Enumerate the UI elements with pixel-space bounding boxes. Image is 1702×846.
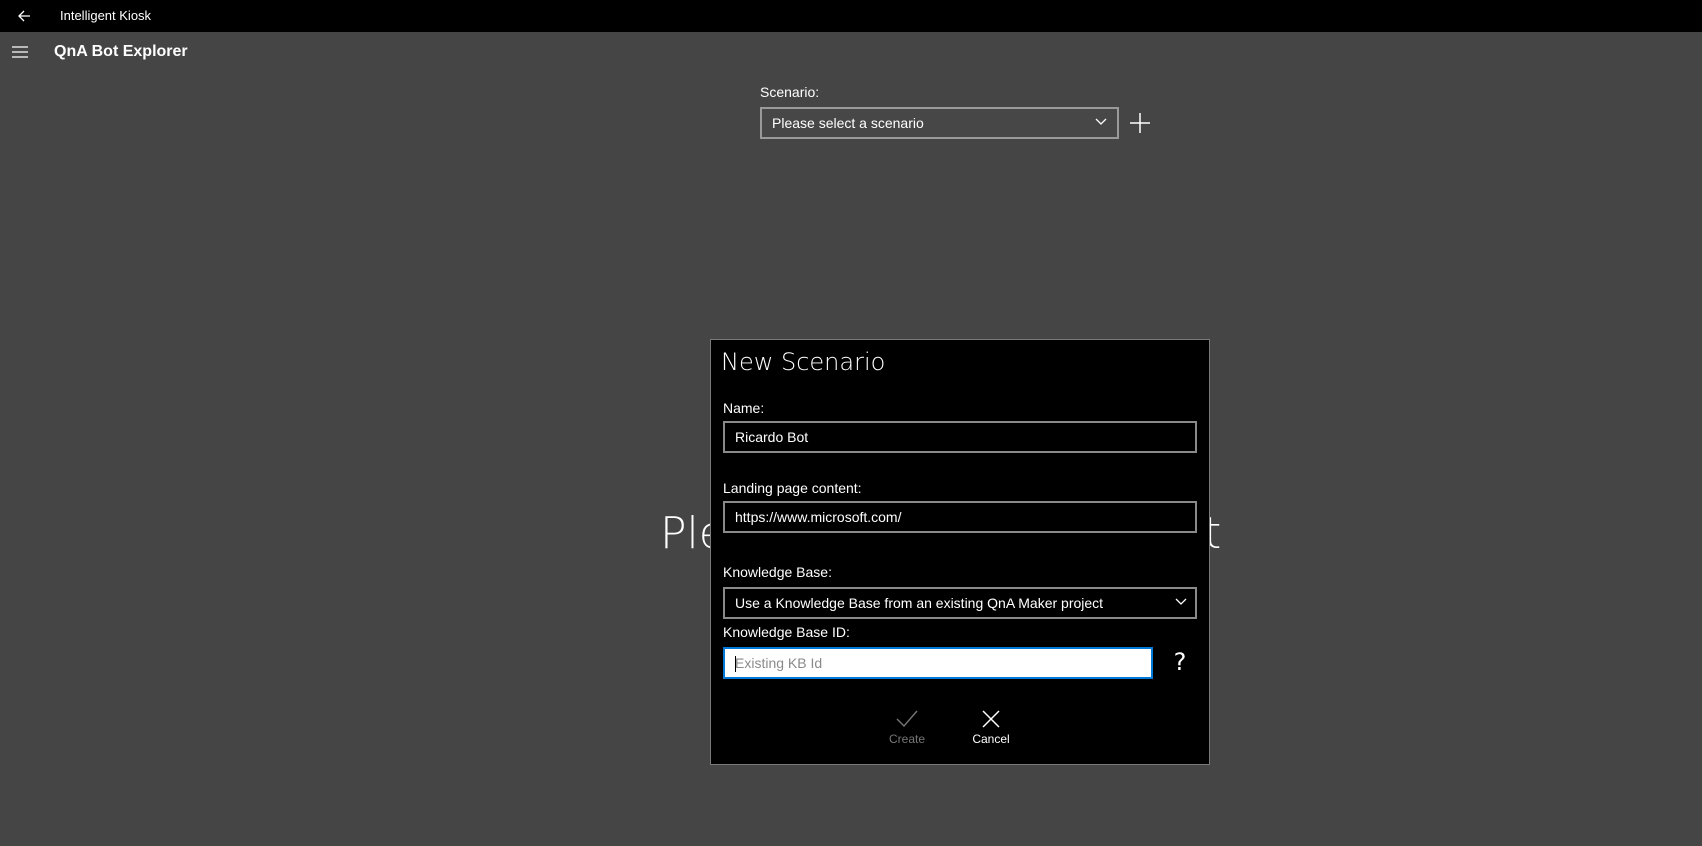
landing-page-input-value: https://www.microsoft.com/ <box>735 509 902 525</box>
scenario-dropdown-value: Please select a scenario <box>772 115 924 131</box>
scenario-dropdown[interactable]: Please select a scenario <box>760 107 1119 139</box>
checkmark-icon <box>896 710 918 728</box>
knowledge-base-id-placeholder: Existing KB Id <box>735 655 823 671</box>
name-label: Name: <box>723 400 765 416</box>
name-input[interactable]: Ricardo Bot <box>723 421 1197 453</box>
scenario-label: Scenario: <box>760 84 820 100</box>
knowledge-base-label: Knowledge Base: <box>723 564 832 580</box>
knowledge-base-dropdown[interactable]: Use a Knowledge Base from an existing Qn… <box>723 587 1197 619</box>
back-arrow-icon <box>18 10 30 22</box>
back-button[interactable] <box>8 0 40 32</box>
help-button[interactable]: ? <box>1167 645 1193 679</box>
dialog-title: New Scenario <box>721 348 886 376</box>
create-button[interactable]: Create <box>879 710 935 754</box>
knowledge-base-id-input[interactable]: Existing KB Id <box>723 647 1153 679</box>
create-button-label: Create <box>888 732 926 746</box>
cancel-button[interactable]: Cancel <box>963 710 1019 754</box>
title-bar: Intelligent Kiosk <box>0 0 1702 32</box>
chevron-down-icon <box>1095 118 1107 125</box>
new-scenario-dialog: New Scenario Name: Ricardo Bot Landing p… <box>710 339 1210 765</box>
knowledge-base-id-label: Knowledge Base ID: <box>723 624 850 640</box>
plus-icon <box>1130 113 1150 133</box>
hamburger-menu-button[interactable] <box>8 36 32 68</box>
page-title: QnA Bot Explorer <box>54 43 188 60</box>
app-title: Intelligent Kiosk <box>60 8 152 23</box>
landing-page-input[interactable]: https://www.microsoft.com/ <box>723 501 1197 533</box>
close-icon <box>982 710 1000 728</box>
knowledge-base-dropdown-value: Use a Knowledge Base from an existing Qn… <box>735 595 1104 611</box>
hamburger-menu-icon <box>12 46 28 58</box>
cancel-button-label: Cancel <box>972 732 1010 746</box>
add-scenario-button[interactable] <box>1126 107 1154 139</box>
name-input-value: Ricardo Bot <box>735 429 809 445</box>
chevron-down-icon <box>1175 598 1187 605</box>
text-caret <box>735 656 736 672</box>
landing-page-label: Landing page content: <box>723 480 862 496</box>
